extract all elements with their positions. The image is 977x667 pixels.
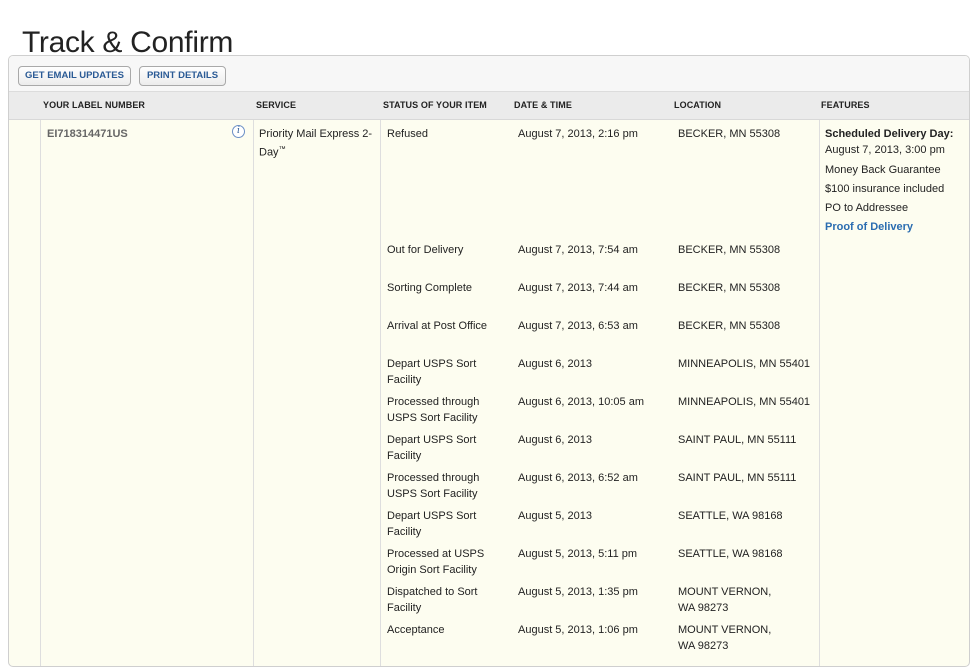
scheduled-delivery-heading: Scheduled Delivery Day: [825,128,954,140]
event-datetime: August 7, 2013, 6:53 am [518,320,638,332]
event-location: SAINT PAUL, MN 55111 [678,434,797,446]
event-status: Refused [387,128,428,140]
header-status: STATUS OF YOUR ITEM [383,100,487,110]
event-location: BECKER, MN 55308 [678,282,781,294]
scheduled-delivery-date: August 7, 2013, 3:00 pm [825,144,945,156]
column-divider [40,120,41,666]
event-status: Depart USPS Sort Facility [387,434,477,462]
tracking-panel: GET EMAIL UPDATES PRINT DETAILS YOUR LAB… [8,55,970,667]
event-status: Arrival at Post Office [387,320,488,332]
event-status: Sorting Complete [387,282,472,294]
features-panel: Scheduled Delivery Day: August 7, 2013, … [825,126,965,237]
event-status: Depart USPS Sort Facility [387,358,477,386]
toolbar: GET EMAIL UPDATES PRINT DETAILS [9,56,969,92]
event-location: BECKER, MN 55308 [678,244,781,256]
event-datetime: August 5, 2013, 1:35 pm [518,586,638,598]
feature-item: PO to Addressee [825,202,909,214]
print-details-button[interactable]: PRINT DETAILS [139,66,226,86]
get-email-updates-button[interactable]: GET EMAIL UPDATES [18,66,131,86]
table-header: YOUR LABEL NUMBER SERVICE STATUS OF YOUR… [9,92,969,120]
event-location: MOUNT VERNON, WA 98273 [678,586,772,614]
header-service: SERVICE [256,100,297,110]
event-status: Processed through USPS Sort Facility [387,396,480,424]
trademark-mark: ™ [278,146,286,153]
column-divider [819,120,820,666]
event-location: MINNEAPOLIS, MN 55401 [678,358,811,370]
event-datetime: August 7, 2013, 2:16 pm [518,128,638,140]
event-location: SEATTLE, WA 98168 [678,548,783,560]
tracking-table-body: EI718314471US i Priority Mail Express 2-… [9,120,969,666]
event-datetime: August 7, 2013, 7:54 am [518,244,638,256]
event-datetime: August 6, 2013, 6:52 am [518,472,638,484]
header-date-time: DATE & TIME [514,100,572,110]
info-icon[interactable]: i [232,125,245,138]
event-datetime: August 6, 2013 [518,434,593,446]
event-datetime: August 6, 2013 [518,358,593,370]
event-location: BECKER, MN 55308 [678,128,781,140]
event-datetime: August 5, 2013 [518,510,593,522]
event-status: Depart USPS Sort Facility [387,510,477,538]
header-label-number: YOUR LABEL NUMBER [43,100,146,110]
service-label: Priority Mail Express 2-Day [259,128,373,159]
column-divider [380,120,381,666]
label-number: EI718314471US [47,128,128,140]
event-status: Processed at USPS Origin Sort Facility [387,548,485,576]
event-location: MINNEAPOLIS, MN 55401 [678,396,811,408]
feature-item: Money Back Guarantee [825,164,941,176]
event-datetime: August 7, 2013, 7:44 am [518,282,638,294]
event-datetime: August 5, 2013, 5:11 pm [518,548,638,560]
header-location: LOCATION [674,100,722,110]
event-location: SAINT PAUL, MN 55111 [678,472,797,484]
header-features: FEATURES [821,100,870,110]
event-datetime: August 5, 2013, 1:06 pm [518,624,638,636]
proof-of-delivery-link[interactable]: Proof of Delivery [825,218,965,237]
event-location: BECKER, MN 55308 [678,320,781,332]
event-status: Acceptance [387,624,445,636]
feature-item: $100 insurance included [825,183,945,195]
event-status: Processed through USPS Sort Facility [387,472,480,500]
service-name: Priority Mail Express 2-Day™ [259,126,377,161]
event-status: Out for Delivery [387,244,464,256]
event-status: Dispatched to Sort Facility [387,586,478,614]
event-datetime: August 6, 2013, 10:05 am [518,396,644,408]
event-location: SEATTLE, WA 98168 [678,510,783,522]
column-divider [253,120,254,666]
event-location: MOUNT VERNON, WA 98273 [678,624,772,652]
